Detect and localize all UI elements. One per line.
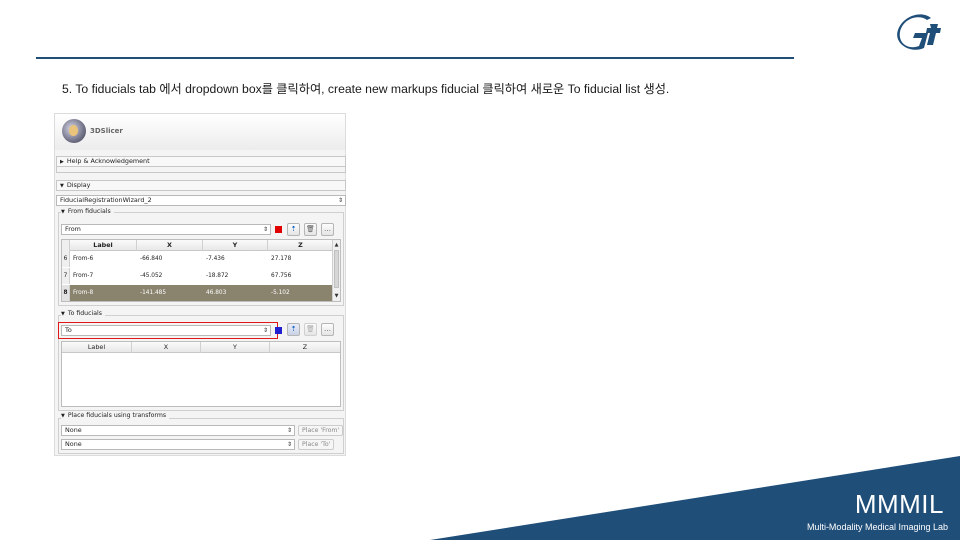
- slicer-brand-text: 3DSlicer: [90, 127, 123, 135]
- from-col-y: Y: [203, 240, 268, 251]
- help-section-body: [56, 167, 346, 173]
- module-node-selector[interactable]: FiducialRegistrationWizard_2 ⇕: [56, 195, 346, 206]
- from-table-corner: [62, 240, 70, 251]
- row-index: 8: [62, 285, 70, 301]
- scroll-thumb[interactable]: [334, 250, 339, 288]
- delete-icon: 🗑: [306, 325, 315, 333]
- to-col-z: Z: [302, 343, 308, 351]
- triangle-down-icon: ▼: [61, 311, 65, 317]
- from-fiducials-title[interactable]: ▼ From fiducials: [61, 208, 114, 215]
- dropdown-arrows-icon: ⇕: [286, 427, 292, 434]
- from-list-selector-value: From: [65, 225, 81, 233]
- table-row-selected[interactable]: 8 From-8 -141.485 46.803 -5.102: [62, 285, 333, 301]
- from-table-scrollbar[interactable]: ▲ ▼: [332, 240, 340, 301]
- more-options-icon: …: [324, 325, 331, 333]
- place-fiducial-icon: ⇡: [290, 325, 297, 333]
- to-transform-value: None: [65, 440, 82, 448]
- from-col-z: Z: [298, 241, 303, 249]
- from-table-header: Label X Y Z: [62, 240, 333, 251]
- from-fiducials-title-text: From fiducials: [67, 208, 111, 215]
- cell-x[interactable]: -141.485: [137, 285, 166, 301]
- cell-z[interactable]: 67.756: [268, 268, 291, 284]
- to-list-color-swatch[interactable]: [275, 327, 282, 334]
- slicer-brand-bar: 3DSlicer: [55, 114, 345, 150]
- place-from-button[interactable]: Place 'From': [298, 425, 344, 436]
- to-col-y: Y: [201, 342, 270, 353]
- dropdown-arrows-icon: ⇕: [286, 441, 292, 448]
- place-fiducial-icon: ⇡: [290, 225, 297, 233]
- row-index: 6: [62, 251, 70, 267]
- footer-title: MMMIL: [854, 489, 944, 519]
- module-node-selector-value: FiducialRegistrationWizard_2: [60, 196, 152, 204]
- help-section-label: Help & Acknowledgement: [66, 157, 150, 165]
- to-table-header: Label X Y Z: [62, 342, 340, 353]
- table-row[interactable]: 7 From-7 -45.052 -18.872 67.756: [62, 268, 333, 284]
- to-transform-selector[interactable]: None ⇕: [61, 439, 295, 450]
- instruction-text: 5. To fiducials tab 에서 dropdown box를 클릭하…: [62, 82, 670, 96]
- to-selector-highlight: [58, 322, 278, 339]
- slicer-module-panel: 3DSlicer ▶ Help & Acknowledgement ▼ Displa…: [54, 113, 346, 456]
- more-options-button-to[interactable]: …: [321, 323, 334, 336]
- cell-x[interactable]: -45.052: [137, 268, 162, 284]
- from-fiducials-table: Label X Y Z 6 From-6 -66.840 -7.436 27.1…: [61, 239, 341, 302]
- from-list-selector[interactable]: From ⇕: [61, 224, 271, 235]
- from-transform-selector[interactable]: None ⇕: [61, 425, 295, 436]
- place-fiducials-title[interactable]: ▼ Place fiducials using transforms: [61, 412, 170, 419]
- header-rule: [36, 57, 794, 59]
- triangle-down-icon: ▼: [61, 209, 65, 215]
- to-fiducials-table: Label X Y Z: [61, 341, 341, 407]
- slicer-logo-icon: [62, 119, 86, 143]
- cell-z[interactable]: -5.102: [268, 285, 290, 301]
- triangle-right-icon: ▶: [60, 159, 64, 165]
- place-fiducials-title-text: Place fiducials using transforms: [67, 412, 167, 419]
- triangle-down-icon: ▼: [60, 183, 64, 189]
- more-options-icon: …: [324, 225, 331, 233]
- table-row[interactable]: 6 From-6 -66.840 -7.436 27.178: [62, 251, 333, 267]
- from-col-label: Label: [70, 240, 137, 251]
- cell-label[interactable]: From-7: [70, 268, 93, 284]
- from-list-color-swatch[interactable]: [275, 226, 282, 233]
- cell-z[interactable]: 27.178: [268, 251, 291, 267]
- cell-label[interactable]: From-8: [70, 285, 93, 301]
- cell-y[interactable]: 46.803: [203, 285, 226, 301]
- triangle-down-icon: ▼: [61, 413, 65, 419]
- to-col-x: X: [132, 342, 201, 353]
- display-section-label: Display: [66, 181, 91, 189]
- from-transform-value: None: [65, 426, 82, 434]
- delete-icon: 🗑: [306, 225, 315, 233]
- cell-label[interactable]: From-6: [70, 251, 93, 267]
- row-index: 7: [62, 268, 70, 284]
- scroll-up-icon[interactable]: ▲: [333, 241, 340, 249]
- gi-logo-icon: [897, 14, 941, 50]
- place-fiducial-button-to[interactable]: ⇡: [287, 323, 300, 336]
- to-col-label: Label: [62, 342, 132, 353]
- display-section-header[interactable]: ▼ Display: [56, 180, 346, 191]
- place-fiducial-button-from[interactable]: ⇡: [287, 223, 300, 236]
- cell-y[interactable]: -18.872: [203, 268, 228, 284]
- to-fiducials-title[interactable]: ▼ To fiducials: [61, 310, 105, 317]
- dropdown-arrows-icon: ⇕: [337, 197, 343, 204]
- help-section-header[interactable]: ▶ Help & Acknowledgement: [56, 156, 346, 167]
- scroll-down-icon[interactable]: ▼: [333, 292, 340, 300]
- cell-y[interactable]: -7.436: [203, 251, 225, 267]
- cell-x[interactable]: -66.840: [137, 251, 162, 267]
- from-col-x: X: [137, 240, 203, 251]
- footer-subtitle: Multi-Modality Medical Imaging Lab: [806, 522, 948, 532]
- dropdown-arrows-icon: ⇕: [262, 226, 268, 233]
- place-to-button[interactable]: Place 'To': [298, 439, 335, 450]
- delete-fiducial-button-to[interactable]: 🗑: [304, 323, 317, 336]
- delete-fiducial-button-from[interactable]: 🗑: [304, 223, 317, 236]
- more-options-button-from[interactable]: …: [321, 223, 334, 236]
- to-fiducials-title-text: To fiducials: [67, 310, 102, 317]
